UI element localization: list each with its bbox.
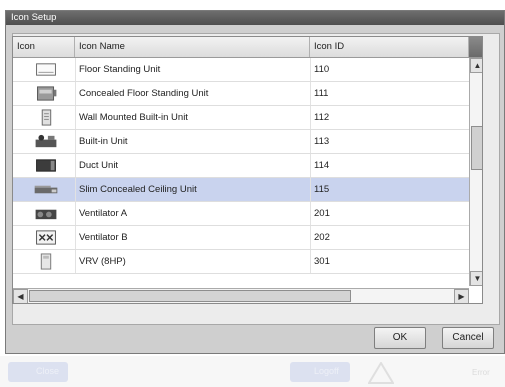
horizontal-scroll-thumb[interactable]: [29, 290, 351, 302]
column-header-icon[interactable]: Icon: [13, 37, 75, 57]
ventilator-a-icon: [35, 209, 57, 220]
row-icon-id: 111: [314, 88, 329, 99]
dialog-title: Icon Setup: [6, 11, 504, 25]
table-row[interactable]: Wall Mounted Built-in Unit 112: [13, 106, 469, 130]
row-icon-id: 201: [314, 208, 330, 219]
scroll-right-icon[interactable]: ▶: [454, 289, 469, 303]
row-icon-cell: [13, 82, 76, 105]
horizontal-scrollbar[interactable]: ◀ ▶: [13, 288, 469, 303]
row-icon-id: 113: [314, 136, 330, 147]
vertical-scrollbar[interactable]: ▲ ▼: [469, 58, 482, 286]
vrv-8hp-icon: [40, 253, 52, 270]
warning-icon: [368, 362, 394, 384]
row-icon-name: Floor Standing Unit: [79, 64, 161, 75]
scroll-left-icon[interactable]: ◀: [13, 289, 28, 303]
row-icon-name: Duct Unit: [79, 160, 119, 171]
table-row[interactable]: Floor Standing Unit 110: [13, 58, 469, 82]
row-icon-cell: [13, 202, 76, 225]
row-icon-name: Ventilator B: [79, 232, 128, 243]
row-icon-id: 114: [314, 160, 330, 171]
cancel-button[interactable]: Cancel: [442, 327, 494, 349]
row-icon-id: 301: [314, 256, 330, 267]
close-button-label: Close: [36, 366, 60, 376]
row-icon-cell: [13, 178, 76, 201]
table-row[interactable]: Concealed Floor Standing Unit 111: [13, 82, 469, 106]
row-icon-cell: [13, 250, 76, 273]
row-icon-id: 110: [314, 64, 330, 75]
scroll-up-icon[interactable]: ▲: [470, 58, 482, 73]
built-in-unit-icon: [35, 134, 57, 148]
table-row[interactable]: Ventilator B 202: [13, 226, 469, 250]
column-header-icon-name[interactable]: Icon Name: [75, 37, 310, 57]
table-body: Floor Standing Unit 110 Concealed Floor St…: [13, 58, 469, 274]
row-icon-cell: [13, 106, 76, 129]
row-icon-cell: [13, 154, 76, 177]
scroll-down-icon[interactable]: ▼: [470, 271, 482, 286]
row-icon-cell: [13, 226, 76, 249]
logoff-button-label: Logoff: [314, 366, 339, 376]
table-row[interactable]: Ventilator A 201: [13, 202, 469, 226]
row-icon-name: Concealed Floor Standing Unit: [79, 88, 209, 99]
background-bottom-bar: Close Logoff Error: [0, 356, 505, 387]
concealed-floor-standing-unit-icon: [37, 86, 57, 101]
icon-table: Icon Icon Name Icon ID Floor Standing Un…: [12, 36, 483, 304]
row-icon-name: Wall Mounted Built-in Unit: [79, 112, 188, 123]
column-header-filler: [469, 37, 482, 57]
table-row[interactable]: Built-in Unit 113: [13, 130, 469, 154]
column-divider: [310, 106, 311, 129]
column-divider: [310, 226, 311, 249]
table-row[interactable]: Slim Concealed Ceiling Unit 115: [13, 178, 469, 202]
wall-mounted-built-in-unit-icon: [41, 109, 52, 126]
duct-unit-icon: [36, 159, 56, 172]
column-divider: [310, 82, 311, 105]
column-divider: [310, 202, 311, 225]
vertical-scroll-thumb[interactable]: [471, 126, 482, 170]
row-icon-id: 115: [314, 184, 330, 195]
row-icon-name: Built-in Unit: [79, 136, 128, 147]
status-label: Error: [472, 368, 490, 377]
row-icon-name: Slim Concealed Ceiling Unit: [79, 184, 197, 195]
row-icon-cell: [13, 130, 76, 153]
row-icon-id: 112: [314, 112, 330, 123]
column-divider: [310, 154, 311, 177]
row-icon-id: 202: [314, 232, 330, 243]
ok-button[interactable]: OK: [374, 327, 426, 349]
column-divider: [310, 58, 311, 81]
table-header: Icon Icon Name Icon ID: [13, 37, 482, 58]
row-icon-name: VRV (8HP): [79, 256, 126, 267]
row-icon-name: Ventilator A: [79, 208, 128, 219]
column-divider: [310, 178, 311, 201]
column-divider: [310, 130, 311, 153]
floor-standing-unit-icon: [36, 63, 56, 76]
table-row[interactable]: Duct Unit 114: [13, 154, 469, 178]
column-divider: [310, 250, 311, 273]
column-header-icon-id[interactable]: Icon ID: [310, 37, 469, 57]
table-row[interactable]: VRV (8HP) 301: [13, 250, 469, 274]
row-icon-cell: [13, 58, 76, 81]
slim-concealed-ceiling-unit-icon: [34, 185, 58, 194]
ventilator-b-icon: [36, 230, 56, 245]
